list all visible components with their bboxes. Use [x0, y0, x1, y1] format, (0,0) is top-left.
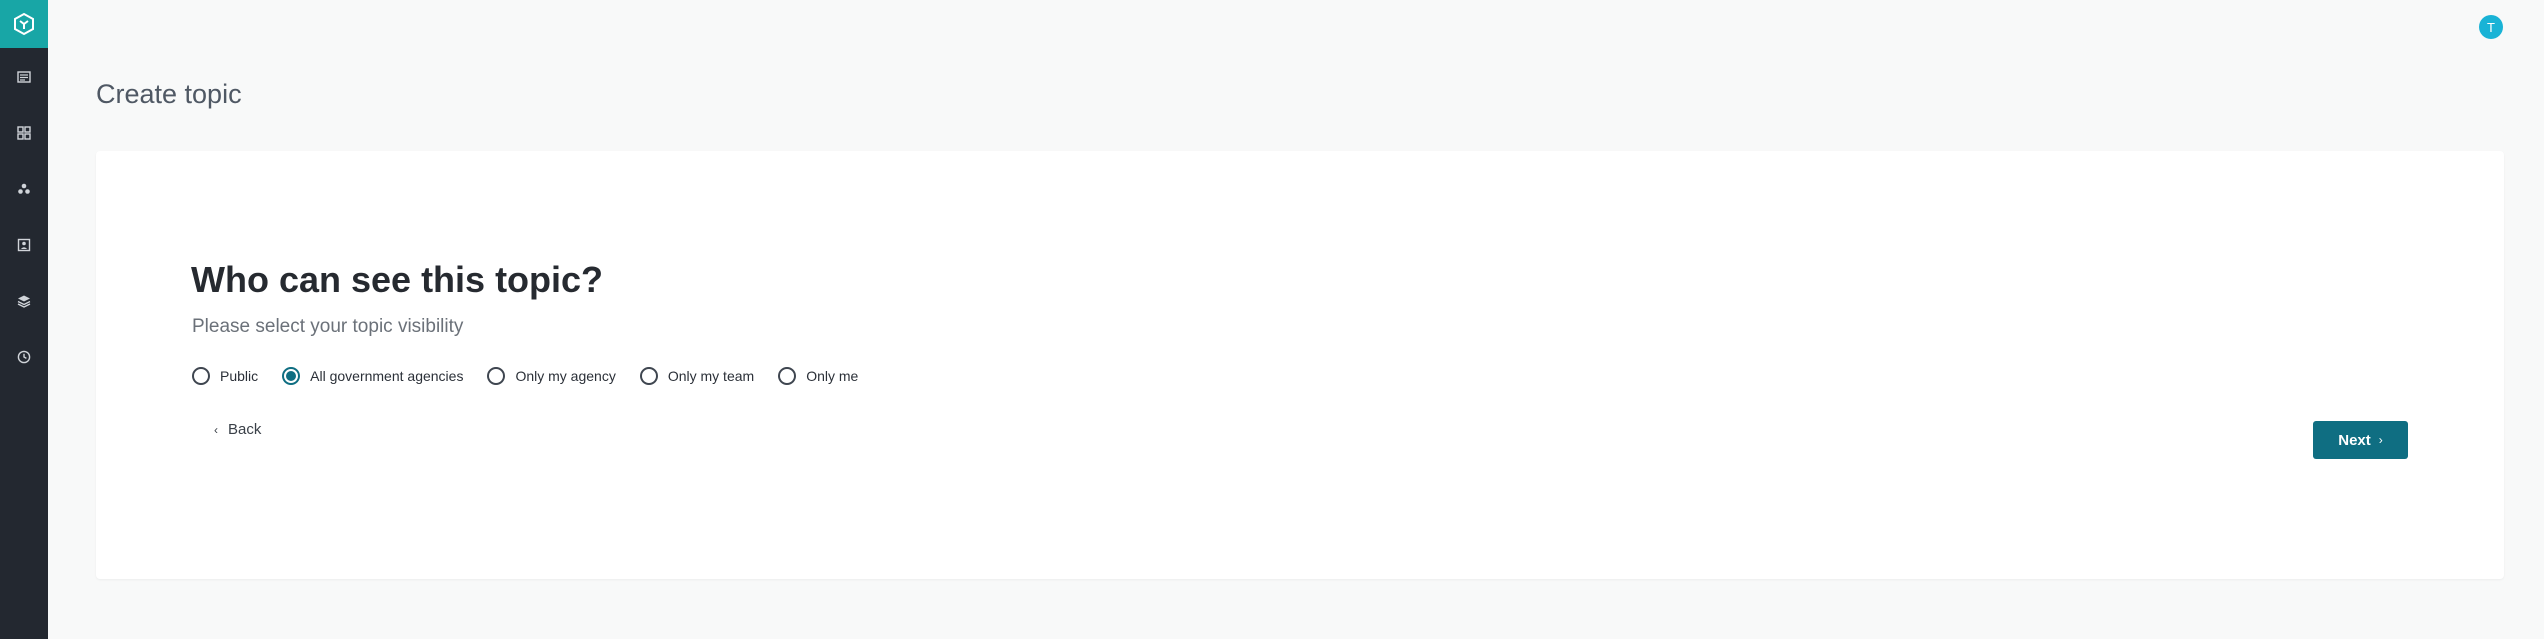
clock-icon: [17, 350, 31, 364]
next-button[interactable]: Next ›: [2313, 421, 2408, 459]
app-root: T Create topic Who can see this topic? P…: [0, 0, 2544, 639]
sidebar-item-communities[interactable]: [0, 169, 48, 209]
radio-option-only-my-agency[interactable]: Only my agency: [487, 367, 616, 385]
newspaper-icon: [17, 71, 31, 83]
app-logo[interactable]: [0, 0, 48, 48]
visibility-radio-group: Public All government agencies Only my a…: [192, 367, 882, 385]
user-avatar[interactable]: T: [2479, 15, 2503, 39]
radio-button[interactable]: [487, 367, 506, 385]
radio-option-all-government-agencies[interactable]: All government agencies: [282, 367, 463, 385]
radio-option-public[interactable]: Public: [192, 367, 258, 385]
grid-icon: [17, 126, 31, 140]
radio-label: Only me: [806, 368, 859, 384]
topic-form-card: Who can see this topic? Please select yo…: [96, 151, 2504, 579]
radio-label: All government agencies: [310, 368, 464, 384]
radio-button[interactable]: [639, 367, 658, 385]
contact-card-icon: [17, 238, 31, 252]
sidebar: [0, 0, 48, 639]
layers-icon: [17, 295, 31, 308]
visibility-question: Who can see this topic?: [191, 259, 604, 300]
radio-button[interactable]: [778, 367, 797, 385]
radio-option-only-my-team[interactable]: Only my team: [639, 367, 755, 385]
radio-label: Only my agency: [515, 368, 616, 384]
visibility-subtitle: Please select your topic visibility: [192, 316, 464, 337]
people-icon: [18, 183, 30, 194]
sidebar-item-news[interactable]: [0, 57, 48, 97]
radio-option-only-me[interactable]: Only me: [778, 367, 858, 385]
chevron-right-icon: ›: [2378, 433, 2383, 447]
back-button-label: Back: [228, 421, 262, 438]
sidebar-item-topics[interactable]: [0, 281, 48, 321]
sidebar-item-history[interactable]: [0, 337, 48, 377]
radio-label: Public: [220, 368, 259, 384]
radio-label: Only my team: [667, 368, 755, 384]
radio-dot: [286, 371, 297, 381]
sidebar-item-contacts[interactable]: [0, 225, 48, 265]
back-button[interactable]: ‹ Back: [214, 421, 261, 438]
radio-button[interactable]: [192, 367, 210, 385]
page-title: Create topic: [96, 79, 242, 109]
logo-icon: [14, 12, 34, 36]
next-button-label: Next: [2338, 431, 2371, 449]
sidebar-item-dashboard[interactable]: [0, 113, 48, 153]
radio-button-selected[interactable]: [282, 367, 301, 385]
chevron-left-icon: ‹: [214, 422, 218, 437]
